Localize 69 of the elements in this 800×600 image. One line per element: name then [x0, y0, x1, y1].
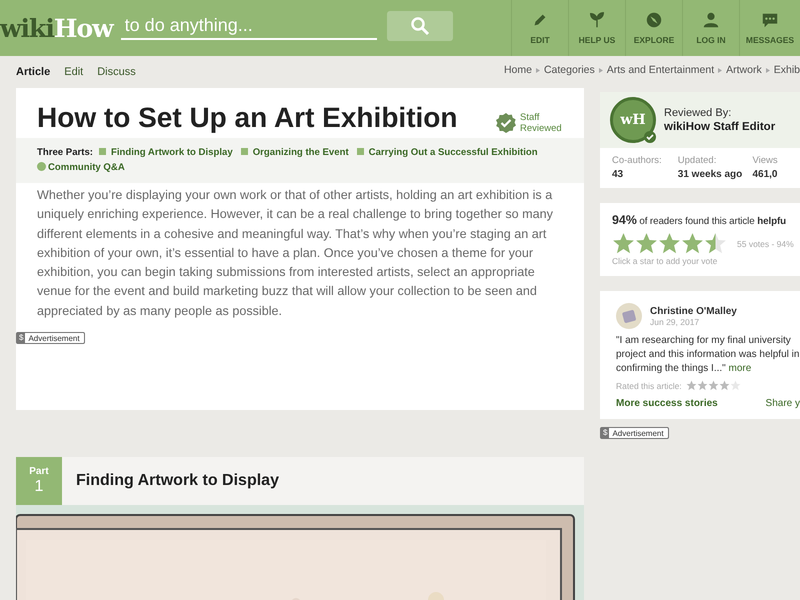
sprout-icon: [588, 11, 606, 29]
section-title: Finding Artwork to Display: [76, 472, 279, 490]
parts-label: Three Parts:: [37, 147, 93, 158]
wikihow-logo[interactable]: wikiHow: [0, 14, 113, 42]
check-seal-icon: [495, 112, 517, 134]
star-icon[interactable]: [718, 380, 730, 391]
article-tab[interactable]: Discuss: [97, 66, 136, 78]
star-icon[interactable]: [686, 380, 697, 391]
star-icon[interactable]: [708, 380, 719, 391]
stat-label: Co-authors:: [612, 155, 663, 166]
compass-icon: [645, 11, 663, 29]
wikihow-avatar: wH: [610, 97, 656, 143]
article-tab[interactable]: Edit: [64, 66, 84, 78]
stat-label: Updated:: [678, 155, 718, 166]
chat-icon: [761, 11, 779, 29]
check-icon: [643, 130, 657, 144]
part-link[interactable]: Carrying Out a Successful Exhibition: [356, 147, 538, 158]
intro-paragraph: Whether you’re displaying your own work or that of other artists, holding an art exhibition is a uniquely enriching experience. However, it can be a real challenge to bring together so many different elements in a cohesive and meaningful way. That’s why when you’re staging an art exhibition of your own, it’s essential to have a plan. Once you’ve chosen a theme for your exhibition, you can begin taking submissions from interested artists, select an appropriate venue for the event and build marketing buzz that will allow your collection to be seen and appreciated by as many people as possible.: [36, 187, 554, 320]
stat-label: Views: [752, 155, 779, 166]
vote-hint: Click a star to add your vote: [612, 256, 718, 266]
star-icon[interactable]: [658, 232, 681, 255]
review-date: Jun 29, 2017: [650, 316, 700, 326]
search-icon: [410, 16, 430, 36]
rated-label: Rated this article:: [616, 380, 682, 390]
staff-reviewed-badge[interactable]: Staff Reviewed: [495, 112, 564, 134]
separator-icon: [766, 68, 770, 72]
stat-value: 43: [612, 169, 624, 180]
star-icon[interactable]: [681, 232, 704, 255]
advertisement-label: $ Advertisement: [600, 427, 669, 439]
review-quote: "I am researching for my final university project and this information was helpful in confirming the things I..." more: [616, 334, 800, 376]
part-number-badge: Part 1: [16, 457, 62, 505]
advertisement-label: $ Advertisement: [16, 332, 85, 344]
stat-value: 31 weeks ago: [678, 169, 744, 180]
nav-button[interactable]: EDIT: [512, 0, 569, 56]
helpful-rating-text: 94% of readers found this article helpfu: [612, 212, 786, 229]
star-icon[interactable]: [704, 232, 727, 255]
avatar-icon: [616, 303, 642, 329]
nav-button[interactable]: EXPLORE: [626, 0, 683, 56]
breadcrumb-link[interactable]: Arts and Entertainment: [606, 64, 714, 76]
nav-button[interactable]: LOG IN: [683, 0, 740, 56]
separator-icon: [536, 68, 540, 72]
breadcrumb-link[interactable]: Home: [504, 64, 532, 76]
part-link[interactable]: Organizing the Event: [240, 147, 349, 158]
nav-button[interactable]: HELP US: [569, 0, 626, 56]
reviewer-name: Christine O'Malley: [650, 306, 737, 316]
reviewed-by-label: Reviewed By:: [664, 106, 732, 118]
nav-button[interactable]: MESSAGES: [740, 0, 800, 56]
star-icon[interactable]: [635, 232, 658, 255]
breadcrumb-link[interactable]: Exhib: [774, 64, 800, 76]
article-tab[interactable]: Article: [16, 66, 50, 78]
votes-count: 55 votes - 94%: [737, 238, 794, 248]
breadcrumb-link[interactable]: Artwork: [726, 64, 762, 76]
search-field[interactable]: to do anything...: [120, 12, 377, 40]
reviewer-name: wikiHow Staff Editor: [664, 120, 776, 132]
search-button[interactable]: [386, 11, 453, 41]
person-icon: [702, 11, 720, 29]
part-link[interactable]: Finding Artwork to Display: [98, 147, 233, 158]
star-icon[interactable]: [730, 380, 741, 391]
breadcrumb-link[interactable]: Categories: [544, 64, 595, 76]
share-link[interactable]: Share y: [766, 398, 800, 409]
stat-value: 461,0: [752, 169, 778, 180]
community-qa-link[interactable]: Community Q&A: [37, 162, 125, 173]
article-title: How to Set Up an Art Exhibition: [37, 102, 459, 134]
separator-icon: [598, 68, 603, 72]
separator-icon: [718, 68, 722, 72]
star-icon[interactable]: [696, 380, 708, 391]
star-icon[interactable]: [612, 232, 635, 255]
more-link[interactable]: more: [728, 363, 752, 374]
more-stories-link[interactable]: More success stories: [616, 398, 718, 409]
